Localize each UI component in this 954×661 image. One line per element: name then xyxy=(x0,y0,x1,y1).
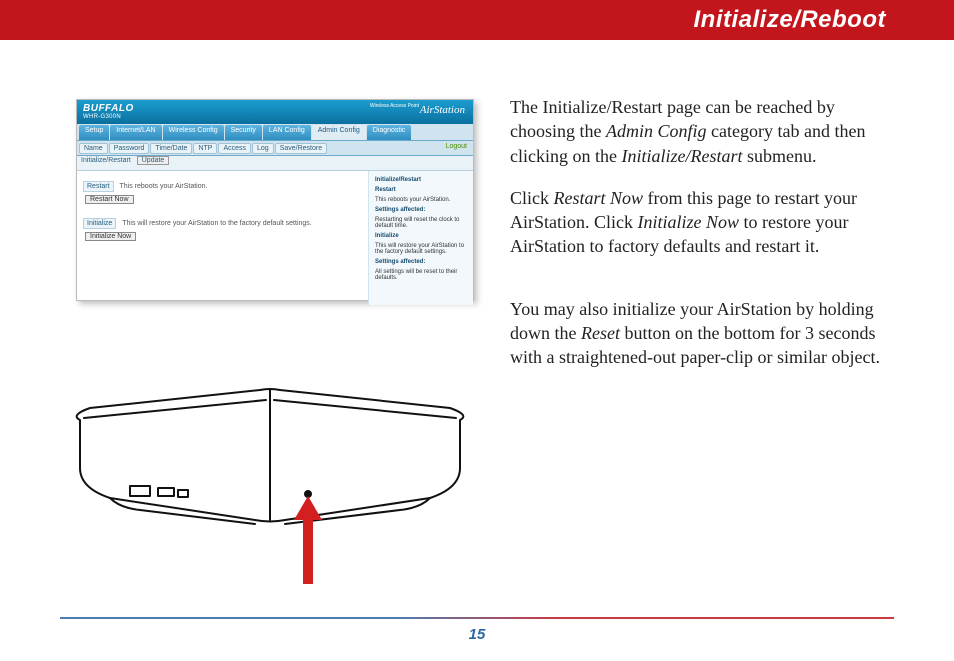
restart-label: Restart xyxy=(83,181,114,192)
page-title: Initialize/Reboot xyxy=(693,6,886,34)
model-label: WHR-G300N xyxy=(83,114,121,120)
emphasis-restart-now: Restart Now xyxy=(554,188,644,208)
text: submenu. xyxy=(742,146,816,166)
paragraph-3: You may also initialize your AirStation … xyxy=(510,297,890,370)
title-bar: Initialize/Reboot xyxy=(0,0,954,40)
sub-tabs: Name Password Time/Date NTP Access Log S… xyxy=(77,141,473,156)
tab-lan-config[interactable]: LAN Config xyxy=(263,125,311,140)
restart-now-button[interactable]: Restart Now xyxy=(85,195,134,204)
initialize-label: Initialize xyxy=(83,218,116,229)
tab-setup[interactable]: Setup xyxy=(79,125,109,140)
initialize-now-button[interactable]: Initialize Now xyxy=(85,232,136,241)
paragraph-2: Click Restart Now from this page to rest… xyxy=(510,186,890,259)
help-text-restart-affected: Restarting will reset the clock to defau… xyxy=(375,217,469,229)
device-illustration xyxy=(60,360,480,590)
restart-text: This reboots your AirStation. xyxy=(120,183,208,190)
help-text-initialize-affected: All settings will be reset to their defa… xyxy=(375,269,469,281)
subtab-name[interactable]: Name xyxy=(79,143,108,154)
initialize-row: Initialize This will restore your AirSta… xyxy=(83,218,362,241)
product-name: AirStation xyxy=(420,104,465,116)
settings-panel: Restart This reboots your AirStation. Re… xyxy=(77,171,369,305)
tab-wireless-config[interactable]: Wireless Config xyxy=(163,125,224,140)
tab-security[interactable]: Security xyxy=(225,125,262,140)
update-button[interactable]: Update xyxy=(137,156,170,165)
subtab-access[interactable]: Access xyxy=(218,143,251,154)
text: Click xyxy=(510,188,554,208)
tab-internet-lan[interactable]: Internet/LAN xyxy=(110,125,161,140)
subtab-log[interactable]: Log xyxy=(252,143,274,154)
main-tabs: Setup Internet/LAN Wireless Config Secur… xyxy=(77,124,473,141)
help-text-restart: This reboots your AirStation. xyxy=(375,197,469,203)
help-heading-main: Initialize/Restart xyxy=(375,177,469,183)
help-heading-restart: Restart xyxy=(375,187,469,193)
tab-diagnostic[interactable]: Diagnostic xyxy=(367,125,412,140)
emphasis-initialize-restart: Initialize/Restart xyxy=(621,146,742,166)
page-number: 15 xyxy=(0,626,954,643)
product-subtitle: Wireless Access Point xyxy=(370,103,419,109)
emphasis-admin-config: Admin Config xyxy=(606,121,707,141)
body-text: The Initialize/Restart page can be reach… xyxy=(510,95,890,388)
reset-arrow-icon xyxy=(294,496,322,584)
section-title-row: Initialize/Restart Update xyxy=(77,156,473,171)
brand-logo: BUFFALO xyxy=(83,103,134,114)
device-svg xyxy=(60,360,480,590)
emphasis-reset: Reset xyxy=(581,323,620,343)
screenshot-body: Restart This reboots your AirStation. Re… xyxy=(77,171,473,305)
subtab-save-restore[interactable]: Save/Restore xyxy=(275,143,327,154)
subtab-ntp[interactable]: NTP xyxy=(193,143,217,154)
help-panel: Initialize/Restart Restart This reboots … xyxy=(369,171,473,305)
help-heading-initialize: Initialize xyxy=(375,233,469,239)
brand-bar: BUFFALO WHR-G300N Wireless Access Point … xyxy=(77,100,473,124)
logout-link[interactable]: Logout xyxy=(446,143,467,150)
footer-rule xyxy=(60,617,894,619)
paragraph-1: The Initialize/Restart page can be reach… xyxy=(510,95,890,168)
emphasis-initialize-now: Initialize Now xyxy=(638,212,740,232)
help-heading-initialize-affected: Settings affected: xyxy=(375,259,469,265)
tab-admin-config[interactable]: Admin Config xyxy=(312,125,366,140)
subtab-password[interactable]: Password xyxy=(109,143,150,154)
help-heading-restart-affected: Settings affected: xyxy=(375,207,469,213)
initialize-text: This will restore your AirStation to the… xyxy=(122,220,311,227)
restart-row: Restart This reboots your AirStation. Re… xyxy=(83,181,362,204)
subtab-time-date[interactable]: Time/Date xyxy=(150,143,192,154)
admin-screenshot: BUFFALO WHR-G300N Wireless Access Point … xyxy=(76,99,474,301)
help-text-initialize: This will restore your AirStation to the… xyxy=(375,243,469,255)
section-title: Initialize/Restart xyxy=(81,157,131,164)
